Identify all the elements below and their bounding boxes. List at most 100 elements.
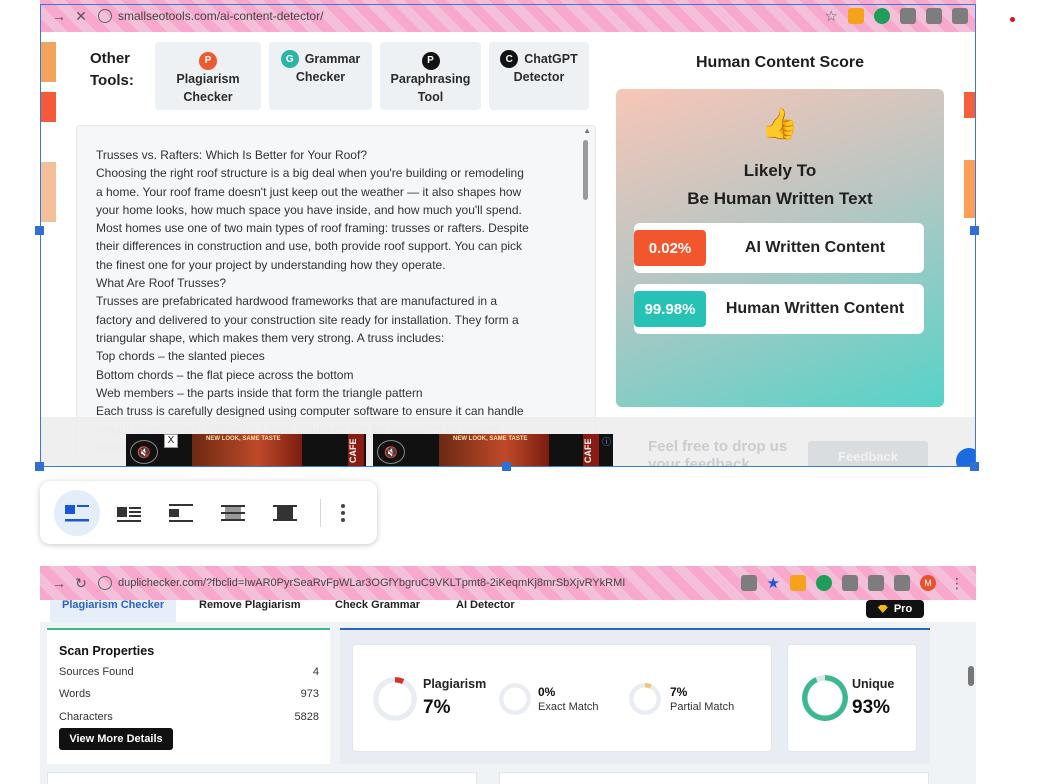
in-front-of-text-button[interactable] <box>262 490 308 536</box>
resize-handle[interactable] <box>970 462 979 471</box>
site-info-icon[interactable] <box>98 576 112 590</box>
chatgpt-icon: C <box>500 50 519 68</box>
decor-stripes-right <box>964 32 976 467</box>
tool-label: Grammar <box>304 52 361 66</box>
mute-icon[interactable]: 🔇 <box>377 440 405 464</box>
close-tab-icon[interactable]: ✕ <box>70 5 92 27</box>
scan-row: Characters 5828 <box>59 711 319 723</box>
resize-handle[interactable] <box>502 462 511 471</box>
wrap-inline-button[interactable] <box>54 489 100 536</box>
scan-row: Words 973 <box>59 688 319 700</box>
ai-content-label: AI Written Content <box>744 239 886 256</box>
resize-handle[interactable] <box>35 226 44 235</box>
ad-tagline: NEW LOOK, SAME TASTE <box>206 436 281 442</box>
bookmark-star-icon[interactable]: ☆ <box>825 7 838 25</box>
results-box[interactable] <box>499 772 929 784</box>
grammarly-icon[interactable] <box>816 575 832 591</box>
extension-icon[interactable] <box>900 8 916 24</box>
tool-tabs: Plagiarism Checker Remove Plagiarism Che… <box>40 600 976 622</box>
content-line: triangular shape, which makes them very … <box>96 330 445 345</box>
partial-match-label: Partial Match <box>670 701 735 713</box>
reload-icon[interactable]: ↻ <box>70 572 92 594</box>
ad-brand: CAFE <box>583 434 599 467</box>
inline-layout-icon <box>65 504 89 521</box>
tool-plagiarism-checker[interactable]: P Plagiarism Checker <box>155 42 261 110</box>
wrap-text-button[interactable] <box>106 490 152 536</box>
verdict-text: Likely To Be Human Written Text <box>687 161 873 208</box>
tool-grammar-checker[interactable]: G Grammar Checker <box>269 42 372 110</box>
ad-banner[interactable]: 🔇 NEW LOOK, SAME TASTE CAFE ⓘ <box>373 434 613 467</box>
bookmark-star-icon[interactable]: ★ <box>767 574 780 592</box>
feedback-button[interactable]: Feedback <box>808 441 928 467</box>
scrollbar-thumb[interactable] <box>583 140 588 200</box>
more-options-icon[interactable] <box>333 498 353 528</box>
ad-close-button[interactable]: X <box>164 434 178 448</box>
tool-label: Checker <box>295 70 346 84</box>
unique-label: Unique <box>852 677 895 691</box>
behind-text-button[interactable] <box>210 490 256 536</box>
tab-check-grammar[interactable]: Check Grammar <box>335 600 420 622</box>
tool-label: ChatGPT <box>524 52 578 66</box>
puzzle-icon[interactable] <box>868 575 884 591</box>
grammarly-icon[interactable] <box>874 8 890 24</box>
tab-remove-plagiarism[interactable]: Remove Plagiarism <box>199 600 301 622</box>
address-bar[interactable]: duplichecker.com/?fbclid=IwAR0PyrSeaRvFp… <box>98 576 625 590</box>
partial-match-ring <box>629 683 661 715</box>
content-textarea[interactable]: Trusses vs. Rafters: Which Is Better for… <box>76 125 596 467</box>
partial-match-value: 7% <box>670 685 688 699</box>
unique-ring <box>802 675 848 721</box>
forward-icon[interactable]: → <box>48 572 70 594</box>
content-line: Bottom chords – the flat piece across th… <box>96 367 354 382</box>
extension-icon[interactable] <box>842 575 858 591</box>
scan-row: Sources Found 4 <box>59 666 319 678</box>
ad-banner[interactable]: 🔇 NEW LOOK, SAME TASTE CAFE <box>126 434 366 467</box>
resize-handle[interactable] <box>970 226 979 235</box>
ai-content-row: 0.02% AI Written Content <box>634 223 924 273</box>
content-line: the finest one for your project by under… <box>96 257 446 272</box>
scan-properties-card: Scan Properties Sources Found 4 Words 973 … <box>47 628 330 764</box>
exact-match-label: Exact Match <box>538 701 599 713</box>
match-summary-box: Plagiarism 7% 0% Exact Match 7% Partial … <box>352 644 772 752</box>
profile-avatar[interactable]: M <box>920 575 936 591</box>
exact-match-ring <box>499 683 531 715</box>
duplichecker-page: Plagiarism Checker Remove Plagiarism Che… <box>40 600 976 784</box>
score-title: Human Content Score <box>695 54 864 71</box>
in-front-of-text-icon <box>273 504 297 521</box>
results-panel: Plagiarism 7% 0% Exact Match 7% Partial … <box>340 628 930 764</box>
resize-handle[interactable] <box>35 462 44 471</box>
content-line: their differences in construction and us… <box>96 239 523 254</box>
break-text-button[interactable] <box>158 490 204 536</box>
plagiarism-value: 7% <box>423 697 451 718</box>
address-bar[interactable]: smallseotools.com/ai-content-detector/ <box>98 9 323 23</box>
tool-label: Tool <box>417 89 444 104</box>
scrollbar-thumb[interactable] <box>968 666 974 686</box>
gem-icon <box>877 605 888 613</box>
pro-button[interactable]: Pro <box>866 600 924 618</box>
forward-icon[interactable]: → <box>48 5 70 27</box>
ad-tagline: NEW LOOK, SAME TASTE <box>453 436 528 442</box>
site-info-icon[interactable] <box>98 9 112 23</box>
view-more-details-button[interactable]: View More Details <box>59 728 173 750</box>
behind-text-icon <box>221 504 245 521</box>
human-content-label: Human Written Content <box>725 300 905 317</box>
menu-kebab-icon[interactable]: ⋮ <box>946 572 968 594</box>
content-line: Choosing the right roof structure is a b… <box>96 166 524 181</box>
score-card: 👍 Likely To Be Human Written Text 0.02% … <box>616 89 944 407</box>
tab-plagiarism-checker[interactable]: Plagiarism Checker <box>50 600 177 622</box>
extension-icon[interactable] <box>790 575 806 591</box>
tool-paraphrasing-tool[interactable]: P Paraphrasing Tool <box>380 42 481 110</box>
ad-info-icon[interactable]: ⓘ <box>602 435 611 448</box>
reading-list-icon[interactable] <box>952 8 968 24</box>
tab-ai-detector[interactable]: AI Detector <box>456 600 515 622</box>
extension-icon[interactable] <box>848 8 864 24</box>
tool-chatgpt-detector[interactable]: C ChatGPT Detector <box>489 42 589 110</box>
break-text-icon <box>169 503 193 522</box>
mute-icon[interactable]: 🔇 <box>130 440 158 464</box>
toolbar-divider <box>320 498 321 527</box>
image-layout-toolbar <box>40 481 377 544</box>
cast-icon[interactable] <box>740 575 757 591</box>
text-input-box[interactable] <box>47 772 477 784</box>
puzzle-icon[interactable] <box>926 8 942 24</box>
scroll-up-arrow[interactable]: ▲ <box>583 126 591 135</box>
reading-list-icon[interactable] <box>894 575 910 591</box>
